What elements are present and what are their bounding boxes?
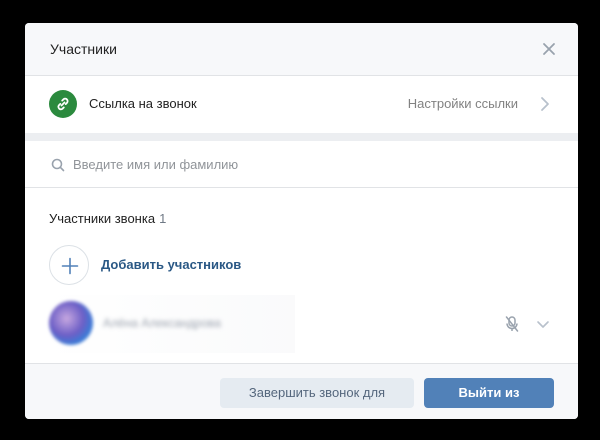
close-icon (543, 43, 555, 55)
close-button[interactable] (540, 40, 558, 58)
participants-count: 1 (159, 211, 167, 226)
link-settings-label[interactable]: Настройки ссылки (408, 96, 518, 111)
leave-call-button[interactable]: Выйти из звонка (424, 378, 554, 419)
chevron-right-icon (541, 97, 549, 111)
participant-options[interactable] (536, 317, 550, 335)
participants-section-title: Участники звонка 1 (49, 211, 166, 226)
modal-footer: Завершить звонок для всех Выйти из звонк… (25, 363, 578, 419)
mic-off-icon (505, 316, 519, 332)
modal-title: Участники (50, 41, 117, 57)
mic-toggle-button[interactable] (504, 315, 520, 338)
chevron-down-icon (537, 321, 549, 328)
participant-name: Алёна Александрова (103, 316, 221, 330)
participant-row[interactable]: Алёна Александрова (25, 295, 578, 353)
section-divider (25, 133, 578, 141)
call-link-label: Ссылка на звонок (89, 96, 197, 111)
link-icon-badge (49, 90, 77, 118)
add-circle (49, 245, 89, 285)
search-input[interactable] (73, 153, 533, 175)
link-icon (57, 97, 69, 111)
participants-section-label: Участники звонка (49, 211, 156, 226)
call-link-row[interactable]: Ссылка на звонок Настройки ссылки (25, 76, 578, 133)
avatar (49, 301, 93, 345)
search-icon-wrap (51, 158, 65, 177)
modal-header: Участники (25, 23, 578, 76)
plus-icon (61, 257, 79, 275)
end-call-for-all-button[interactable]: Завершить звонок для всех (220, 378, 414, 419)
add-participants-label: Добавить участников (101, 257, 242, 272)
participants-modal: Участники Ссылка на звонок Настройки ссы… (25, 23, 578, 419)
search-bar (25, 141, 578, 188)
link-settings-chevron[interactable] (540, 96, 550, 117)
search-icon (51, 158, 65, 172)
